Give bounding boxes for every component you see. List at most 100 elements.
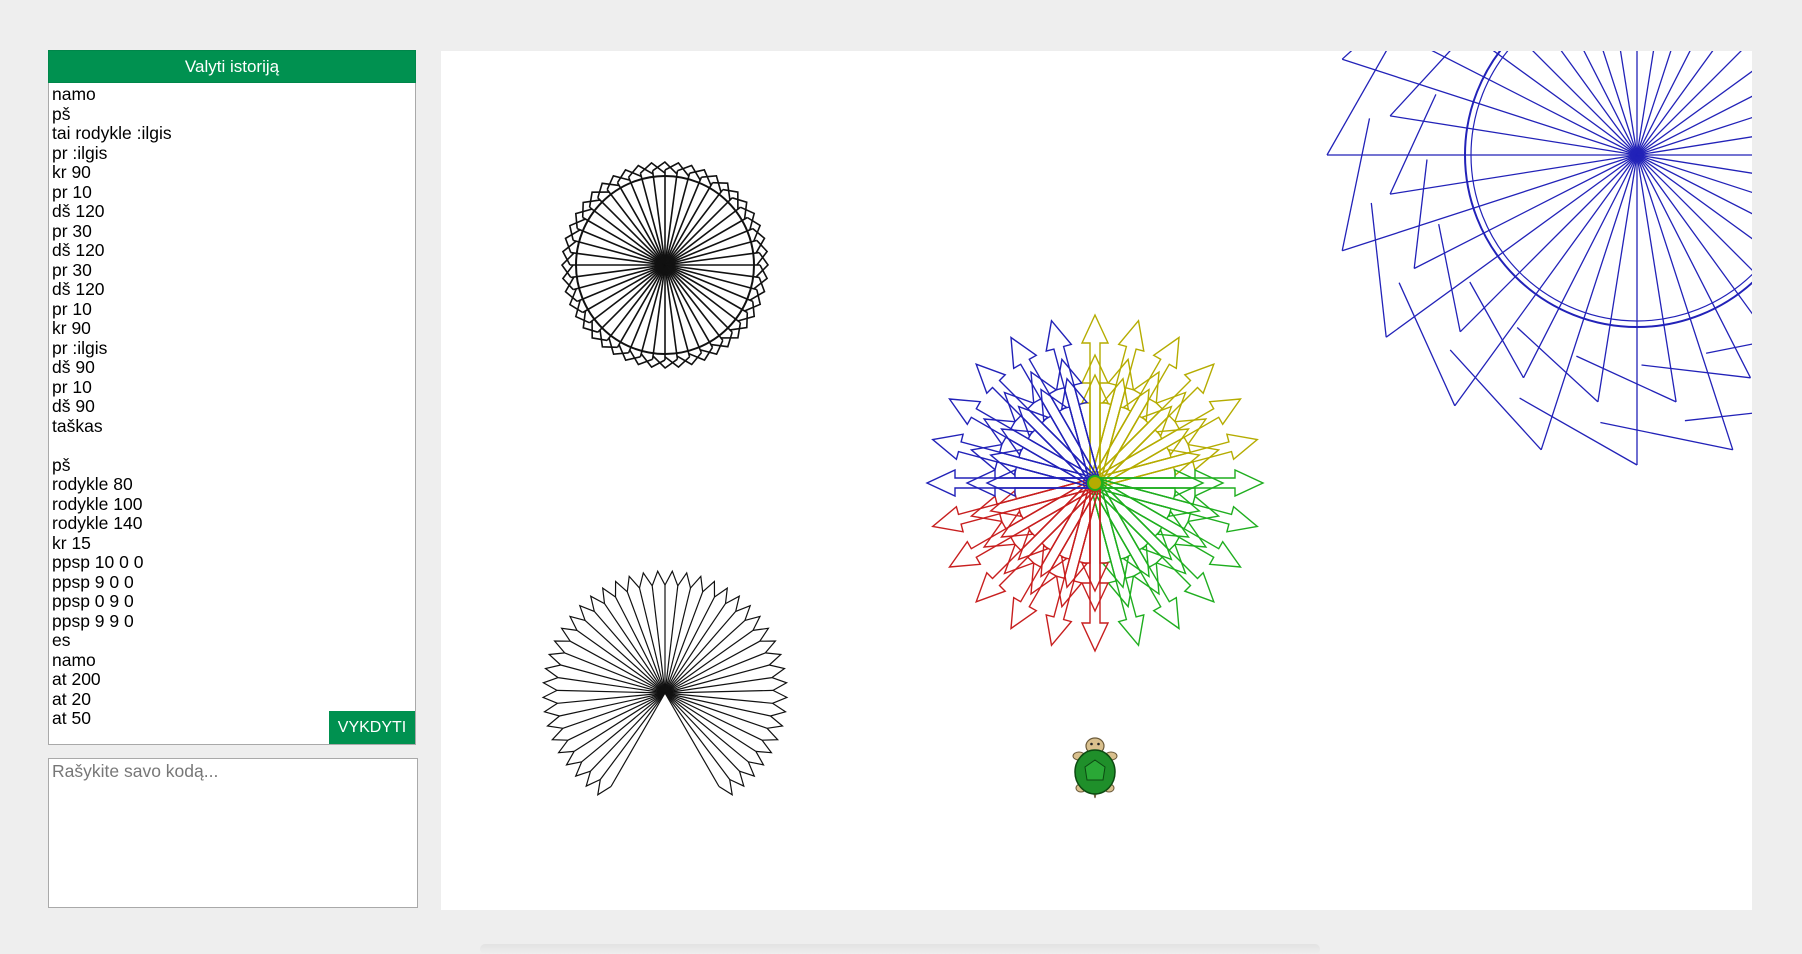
arrow-shape [948,398,1099,489]
arrow-shape [1017,405,1100,488]
arrow-shape [1090,478,1173,561]
bottom-shadow [480,944,1320,954]
history-line: at 20 [52,688,91,709]
rim-triangle [560,627,578,642]
star-edge [1413,159,1428,269]
history-line: pr :ilgis [52,337,108,358]
rim-triangle [550,727,568,741]
history-line: dš 120 [52,201,105,221]
rim-circle [1464,51,1752,328]
spoke-line [664,692,771,717]
spoke-line [1540,154,1638,451]
arrow-shape [1090,405,1173,488]
history-line: ppsp 10 0 0 [52,552,144,572]
history-line: namo [52,84,96,104]
history-line: dš 120 [52,279,105,299]
rim-triangle [638,571,653,589]
history-list-box[interactable]: namo pš tai rodykle :ilgis pr :ilgis kr 90 pr… [48,83,416,745]
spoke-line [664,640,761,694]
rim-triangle [762,727,780,741]
spoke-line [573,692,666,752]
spoke-line [1454,154,1638,407]
black-spoke-wheel-bottom [541,569,789,797]
arrow-shape [1089,479,1180,630]
rim-triangle [752,627,770,642]
history-line [52,436,415,456]
history-line: pr 10 [52,298,92,319]
star-edge [1449,349,1542,451]
history-line: kr 15 [52,532,91,553]
rim-triangle [748,751,765,766]
rim-triangle [725,595,741,612]
clear-history-button[interactable]: Valyti istoriją [48,50,416,83]
spoke-line [599,692,666,780]
spoke-line [590,692,666,772]
history-line: dš 90 [52,357,95,377]
star-edge [1469,281,1525,379]
history-line: pr 30 [52,220,92,241]
spoke-line [1636,154,1752,271]
black-spoke-wheel-top [560,160,770,370]
spoke-line [1636,154,1752,240]
rim-triangle [735,604,752,621]
history-line: es [52,630,71,650]
spoke-line [1341,58,1638,156]
star-edge [1341,51,1353,60]
arrow-shape [948,477,1099,568]
history-line: at 200 [52,669,101,689]
history-panel: Valyti istoriją namo pš tai rodykle :ilgis… [48,50,418,745]
arrow-flower [925,313,1265,653]
rim-triangle [568,615,586,631]
spoke-line [1619,51,1638,156]
rim-triangle [690,575,704,592]
rim-triangle [729,771,745,788]
spoke-line [664,692,740,772]
rim-triangle [767,715,784,729]
spoke-line [1636,154,1734,451]
history-list: namo pš tai rodykle :ilgis pr :ilgis kr 90 pr… [49,83,415,729]
center-dot [1087,475,1103,491]
rim-triangle [714,586,729,604]
arrow-shape [1010,336,1101,487]
history-line: pš [52,103,71,124]
rim-triangle [547,652,565,666]
spoke-line [639,264,666,358]
run-button[interactable]: VYKDYTI [329,711,415,744]
rim-triangle [770,702,787,717]
history-line: ppsp 9 9 0 [52,610,134,631]
rim-triangle [739,761,756,778]
rim-triangle [765,652,783,666]
history-line: rodykle 140 [52,513,143,533]
history-line: namo [52,649,96,670]
spoke-line [572,239,666,266]
rim-triangle [565,751,582,766]
arrow-shape [1010,479,1101,630]
spoke-line [1560,51,1638,156]
spoke-line [1636,154,1752,194]
star-edge [1516,327,1599,403]
spoke-line [1636,116,1752,156]
history-line: pš [52,454,71,475]
rim-triangle [601,586,616,604]
rim-triangle [578,604,595,621]
drawing-svg [541,51,1752,799]
star-edge [1326,51,1388,156]
code-input[interactable] [48,758,418,908]
history-line: pr :ilgis [52,142,108,163]
rim-triangle [772,689,789,704]
history-line: taškas [52,415,103,436]
rim-triangle [553,640,571,654]
rim-triangle [755,739,773,754]
spoke-line [664,264,758,291]
history-line: rodykle 80 [52,474,133,494]
rim-triangle [541,677,559,691]
arrow-shape [1091,398,1242,489]
star-edge [1684,412,1752,422]
rim-triangle [626,575,640,592]
rim-triangle [541,689,558,704]
spoke-line [569,640,666,694]
turtle-eye-left [1090,742,1093,746]
star-edge [1600,421,1733,451]
history-line: rodykle 100 [52,493,143,514]
rim-triangle [546,715,563,729]
